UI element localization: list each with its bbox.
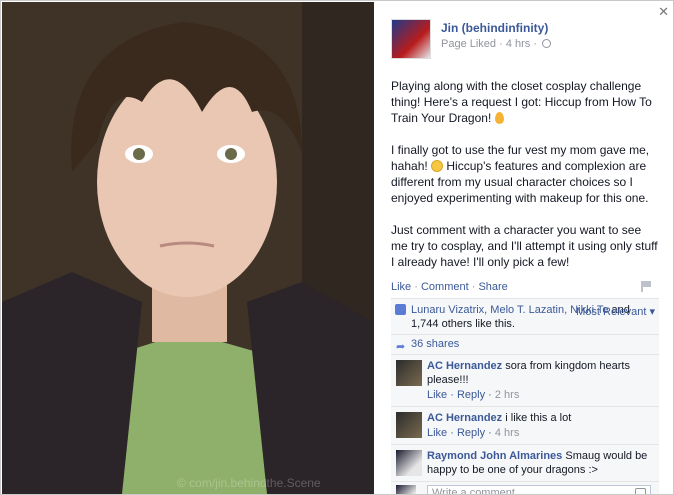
comment-actions: Like · Reply · 2 hrs <box>427 389 520 401</box>
photo-illustration <box>2 2 374 494</box>
post-paragraph-2: I finally got to use the fur vest my mom… <box>391 143 650 205</box>
comment-author[interactable]: Raymond John Almarines <box>427 450 562 462</box>
write-comment-row: Write a comment... <box>391 482 659 494</box>
grin-emoji-icon <box>431 160 444 172</box>
post-meta: Page Liked · 4 hrs · <box>441 38 552 50</box>
flag-icon[interactable] <box>641 281 651 292</box>
post-actions: Like · Comment · Share <box>391 281 508 293</box>
like-link[interactable]: Like <box>391 281 411 293</box>
feedback-section: Lunaru Vizatrix, Melo T. Lazatin, Nikki … <box>391 298 659 494</box>
comment-item: AC Hernandez i like this a lot Like · Re… <box>391 407 659 445</box>
likes-summary: Lunaru Vizatrix, Melo T. Lazatin, Nikki … <box>391 299 659 335</box>
avatar[interactable] <box>396 360 422 386</box>
comment-like-link[interactable]: Like <box>427 389 447 401</box>
comment-like-link[interactable]: Like <box>427 427 447 439</box>
close-icon[interactable]: ✕ <box>658 5 669 18</box>
post-time[interactable]: 4 hrs <box>506 38 530 50</box>
comment-item: AC Hernandez sora from kingdom hearts pl… <box>391 355 659 407</box>
comment-time[interactable]: 4 hrs <box>495 427 519 439</box>
comment-item: Raymond John Almarines Smaug would be ha… <box>391 445 659 482</box>
avatar[interactable] <box>396 450 422 476</box>
photo-watermark: © com/jin.behindthe.Scene <box>177 476 321 490</box>
thumbs-up-icon <box>395 304 406 315</box>
globe-icon <box>542 39 552 48</box>
comment-reply-link[interactable]: Reply <box>457 389 485 401</box>
comment-text: i like this a lot <box>505 412 572 424</box>
avatar <box>396 485 416 494</box>
post-paragraph-3: Just comment with a character you want t… <box>391 223 658 269</box>
post-body: Playing along with the closet cosplay ch… <box>391 78 661 286</box>
share-link[interactable]: Share <box>478 281 507 293</box>
shares-link[interactable]: ➦ 36 shares <box>391 335 659 355</box>
share-icon: ➦ <box>396 341 406 353</box>
post-paragraph-1: Playing along with the closet cosplay ch… <box>391 79 652 125</box>
comment-author[interactable]: AC Hernandez <box>427 360 502 372</box>
page-avatar[interactable] <box>391 19 431 59</box>
page-name-link[interactable]: Jin (behindinfinity) <box>441 21 548 35</box>
cosplay-photo[interactable]: © com/jin.behindthe.Scene <box>2 2 374 494</box>
avatar[interactable] <box>396 412 422 438</box>
photo-viewer: © com/jin.behindthe.Scene ✕ Jin (behindi… <box>0 0 674 495</box>
camera-icon[interactable] <box>635 488 646 494</box>
flame-emoji-icon <box>494 112 504 124</box>
page-liked-label[interactable]: Page Liked <box>441 38 496 50</box>
comment-author[interactable]: AC Hernandez <box>427 412 502 424</box>
comment-time[interactable]: 2 hrs <box>495 389 519 401</box>
comment-actions: Like · Reply · 4 hrs <box>427 427 520 439</box>
comment-input[interactable]: Write a comment... <box>427 485 651 494</box>
post-panel: ✕ Jin (behindinfinity) Page Liked · 4 hr… <box>375 2 673 494</box>
comment-link[interactable]: Comment <box>421 281 469 293</box>
most-relevant-dropdown[interactable]: Most Relevant ▾ <box>576 305 655 319</box>
comment-reply-link[interactable]: Reply <box>457 427 485 439</box>
